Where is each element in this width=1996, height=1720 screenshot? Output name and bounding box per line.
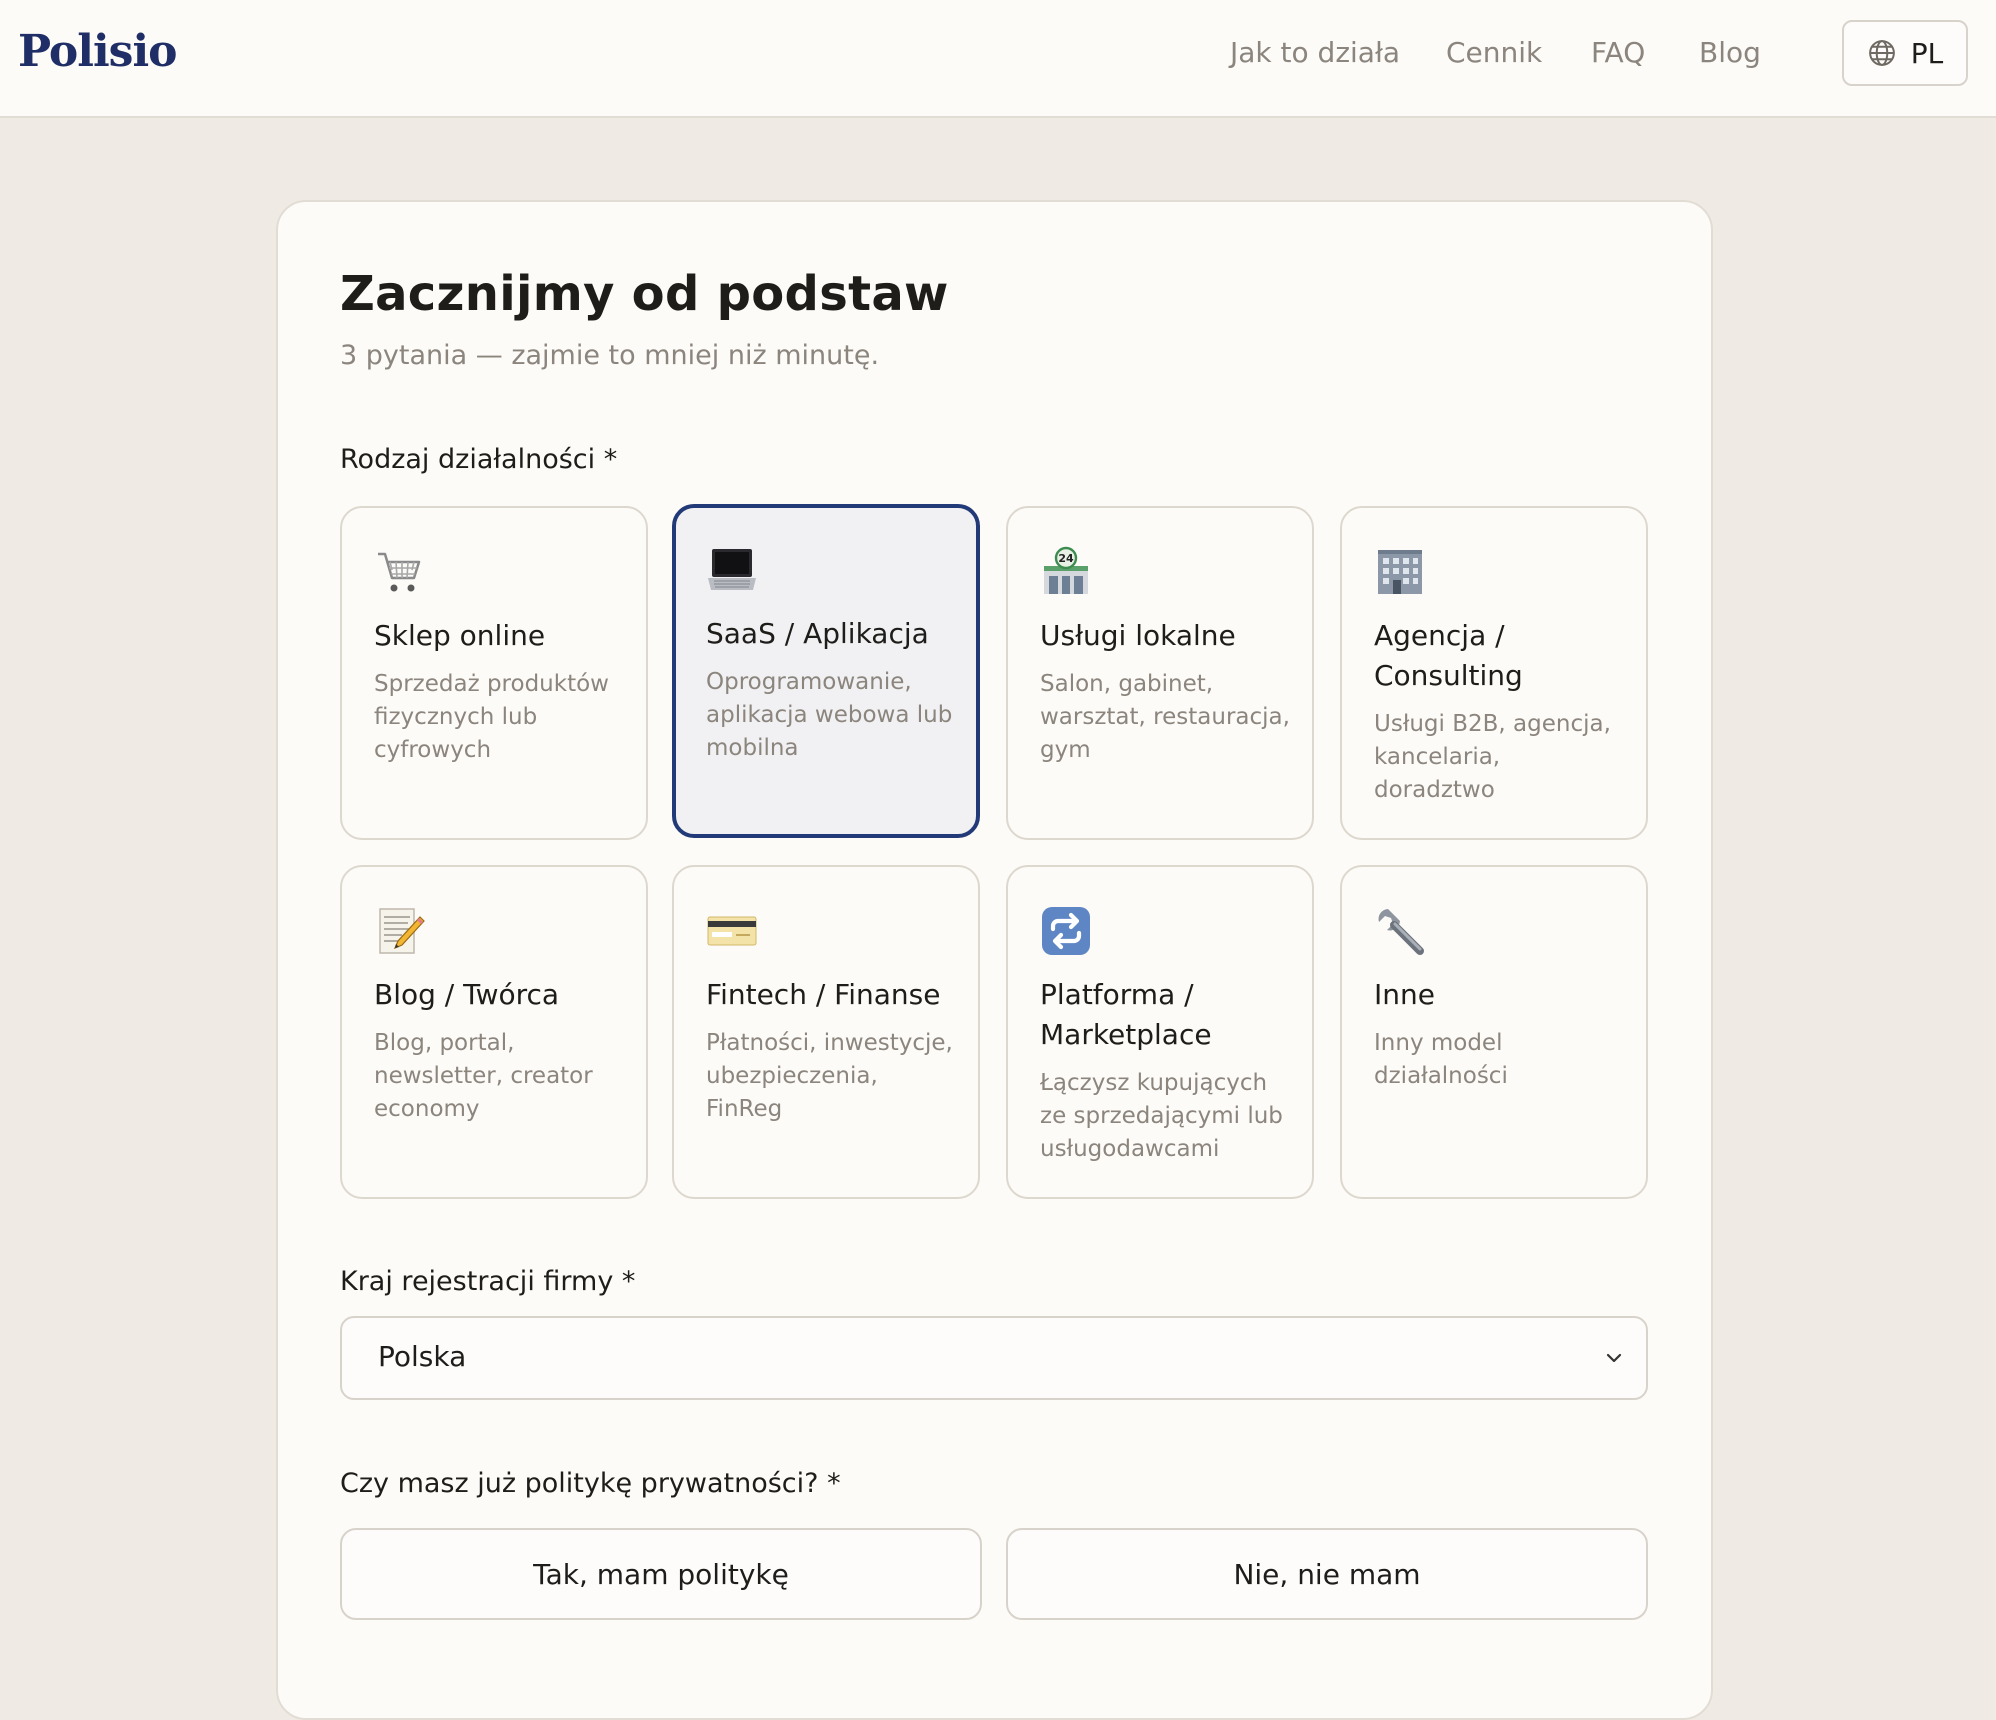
svg-text:24: 24 — [1058, 552, 1074, 565]
privacy-yes-button[interactable]: Tak, mam politykę — [340, 1528, 982, 1620]
option-title: Sklep online — [374, 619, 546, 652]
memo-pencil-icon — [379, 908, 425, 954]
option-title: Platforma / Marketplace — [1040, 978, 1212, 1051]
option-description: Oprogramowanie, aplikacja webowa lub mob… — [706, 669, 953, 761]
option-title: Usługi lokalne — [1040, 619, 1236, 652]
option-title: Fintech / Finanse — [706, 978, 941, 1011]
nav-link-blog[interactable]: Blog — [1699, 36, 1761, 69]
option-description: Inny model działalności — [1374, 1030, 1508, 1089]
option-description: Blog, portal, newsletter, creator econom… — [374, 1030, 593, 1122]
chevron-down-icon — [1606, 1353, 1622, 1363]
laptop-icon — [708, 549, 756, 590]
office-building-icon — [1378, 550, 1422, 594]
language-code: PL — [1910, 36, 1944, 70]
page-title: Zacznijmy od podstaw — [340, 266, 949, 322]
business-type-option-local-services[interactable]: 24 Usługi lokalne Salon, gabinet, warszt… — [1006, 506, 1314, 840]
business-type-option-online-shop[interactable]: Sklep online Sprzedaż produktów fizyczny… — [340, 506, 648, 840]
country-label: Kraj rejestracji firmy * — [340, 1266, 636, 1297]
option-description: Płatności, inwestycje, ubezpieczenia, Fi… — [706, 1030, 953, 1122]
wrench-icon — [1378, 909, 1424, 955]
page-subtitle: 3 pytania — zajmie to mniej niż minutę. — [340, 340, 880, 371]
option-title: SaaS / Aplikacja — [706, 617, 929, 650]
nav-link-how-it-works[interactable]: Jak to działa — [1230, 36, 1400, 69]
convenience-store-icon: 24 — [1044, 546, 1088, 594]
business-type-option-saas[interactable]: SaaS / Aplikacja Oprogramowanie, aplikac… — [672, 504, 980, 838]
business-type-option-marketplace[interactable]: Platforma / Marketplace Łączysz kupujący… — [1006, 865, 1314, 1199]
business-type-option-agency[interactable]: Agencja / Consulting Usługi B2B, agencja… — [1340, 506, 1648, 840]
option-description: Sprzedaż produktów fizycznych lub cyfrow… — [374, 671, 609, 763]
option-description: Salon, gabinet, warsztat, restauracja, g… — [1040, 671, 1290, 763]
country-select[interactable]: Polska — [340, 1316, 1648, 1400]
logo[interactable]: Polisio — [18, 26, 178, 77]
option-title: Agencja / Consulting — [1374, 619, 1523, 692]
country-selected-value: Polska — [378, 1340, 467, 1373]
option-description: Łączysz kupujących ze sprzedającymi lub … — [1040, 1070, 1283, 1162]
nav-link-faq[interactable]: FAQ — [1591, 36, 1645, 69]
top-navigation-bar: Polisio Jak to działa Cennik FAQ Blog PL — [0, 0, 1996, 118]
business-type-label: Rodzaj działalności * — [340, 444, 618, 475]
shopping-cart-icon — [378, 552, 421, 592]
globe-icon — [1868, 40, 1895, 66]
repeat-arrows-icon — [1042, 907, 1090, 955]
business-type-option-fintech[interactable]: Fintech / Finanse Płatności, inwestycje,… — [672, 865, 980, 1199]
business-type-option-blog-creator[interactable]: Blog / Twórca Blog, portal, newsletter, … — [340, 865, 648, 1199]
nav-link-pricing[interactable]: Cennik — [1446, 36, 1542, 69]
credit-card-icon — [707, 916, 757, 946]
privacy-policy-label: Czy masz już politykę prywatności? * — [340, 1468, 841, 1499]
option-title: Blog / Twórca — [374, 978, 560, 1011]
option-description: Usługi B2B, agencja, kancelaria, doradzt… — [1374, 711, 1611, 803]
business-type-option-other[interactable]: Inne Inny model działalności — [1340, 865, 1648, 1199]
language-switcher-button[interactable]: PL — [1842, 20, 1968, 86]
privacy-no-button[interactable]: Nie, nie mam — [1006, 1528, 1648, 1620]
option-title: Inne — [1374, 978, 1435, 1011]
